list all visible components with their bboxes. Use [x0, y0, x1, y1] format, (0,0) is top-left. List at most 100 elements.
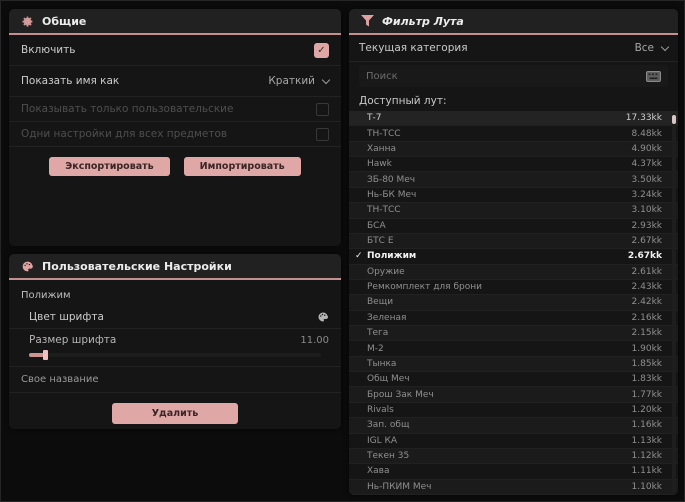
loot-row[interactable]: ✓ БСА 2.93kk — [349, 219, 678, 234]
loot-item-name: Нь-ПКИМ Меч — [367, 481, 432, 492]
loot-item-name: Тынка — [367, 358, 397, 369]
loot-list: ✓ Т-7 17.33kk ✓ ТН-ТСС 8.48kk ✓ Ханна 4.… — [349, 111, 678, 495]
same-settings-checkbox — [316, 127, 329, 141]
loot-item-value: 17.33kk — [625, 113, 662, 124]
loot-row[interactable]: ✓ Зеленая 2.16kk — [349, 311, 678, 327]
available-loot-label: Доступный лут: — [359, 95, 447, 107]
loot-item-value: 1.83kk — [631, 374, 662, 385]
import-button[interactable]: Импортировать — [183, 157, 301, 176]
show-name-label: Показать имя как — [21, 75, 120, 87]
same-settings-row: Одни настройки для всех предметов — [9, 122, 341, 147]
font-size-label: Размер шрифта — [29, 334, 117, 346]
loot-item-name: Зеленая — [367, 312, 407, 323]
loot-item-name: Hawk — [367, 159, 392, 170]
loot-row[interactable]: ✓ Rivals 1.20kk — [349, 403, 678, 419]
loot-row[interactable]: ✓ IGL КА 1.13kk — [349, 434, 678, 449]
loot-row[interactable]: ✓ ТН-ТСС 3.10kk — [349, 203, 678, 219]
loot-row[interactable]: ✓ Нь-БК Меч 3.24kk — [349, 188, 678, 204]
loot-row[interactable]: ✓ Тынка 1.85kk — [349, 356, 678, 373]
loot-row[interactable]: ✓ Вещи 2.42kk — [349, 295, 678, 311]
color-picker-icon[interactable] — [317, 311, 329, 323]
loot-item-value: 8.48kk — [631, 128, 662, 139]
loot-item-name: Текен 35 — [367, 451, 410, 462]
loot-row[interactable]: ✓ Зап. общ 1.16kk — [349, 418, 678, 434]
show-name-dropdown[interactable]: Краткий — [268, 75, 331, 87]
category-value: Все — [634, 42, 654, 54]
custom-name-input[interactable] — [9, 367, 341, 393]
loot-item-value: 1.11kk — [631, 466, 662, 477]
font-size-slider[interactable] — [29, 350, 321, 360]
loot-item-value: 1.13kk — [631, 435, 662, 446]
category-dropdown[interactable]: Все — [634, 42, 670, 54]
selected-item-name: Полижим — [21, 290, 71, 301]
scrollbar-handle[interactable] — [672, 115, 676, 124]
loot-item-name: М-2 — [367, 343, 384, 354]
loot-row[interactable]: ✓ Hawk 4.37kk — [349, 157, 678, 173]
custom-panel-header: Пользовательские Настройки — [9, 254, 341, 280]
loot-item-value: 1.20kk — [631, 405, 662, 415]
enable-label: Включить — [21, 44, 76, 56]
loot-item-name: IGL КА — [367, 435, 398, 446]
enable-checkbox[interactable]: ✓ — [314, 42, 329, 58]
loot-item-value: 4.37kk — [631, 159, 662, 170]
loot-item-name: ТН-ТСС — [367, 128, 401, 139]
loot-item-value: 1.77kk — [631, 389, 662, 400]
loot-row[interactable]: ✓ ТН-ТСС 8.48kk — [349, 126, 678, 142]
loot-row[interactable]: ✓ Ремкомплект для брони 2.43kk — [349, 280, 678, 296]
delete-row: Удалить — [9, 393, 341, 424]
only-custom-checkbox — [316, 102, 329, 116]
loot-row[interactable]: ✓ Текен 35 1.12kk — [349, 448, 678, 465]
loot-item-value: 4.90kk — [631, 143, 662, 154]
loot-row[interactable]: ✓ Хава 1.11kk — [349, 464, 678, 480]
keyboard-icon[interactable] — [646, 70, 661, 82]
loot-item-value: 2.43kk — [631, 282, 662, 293]
loot-row[interactable]: ✓ Оружие 2.61kk — [349, 264, 678, 280]
delete-button[interactable]: Удалить — [111, 403, 239, 424]
category-row: Текущая категория Все — [349, 35, 678, 62]
loot-row[interactable]: ✓ БТС Е 2.67kk — [349, 233, 678, 250]
search-input[interactable] — [366, 70, 640, 82]
enable-setting-row: Включить ✓ — [9, 35, 341, 66]
loot-item-value: 2.67kk — [627, 251, 662, 262]
loot-item-name: Зап. общ — [367, 420, 410, 431]
loot-item-name: Нь-БК Меч — [367, 189, 417, 200]
search-box — [359, 65, 668, 87]
loot-item-name: БСА — [367, 220, 386, 231]
loot-item-value: 2.42kk — [631, 297, 662, 308]
only-custom-label: Показывать только пользовательские — [21, 103, 234, 115]
loot-item-name: ТН-ТСС — [367, 205, 401, 216]
loot-row[interactable]: ✓ Нь-ПКИМ Меч 1.10kk — [349, 479, 678, 495]
loot-item-value: 1.12kk — [631, 451, 662, 462]
font-color-row: Цвет шрифта — [9, 305, 341, 329]
loot-list-scrollbar[interactable] — [672, 113, 676, 492]
slider-handle[interactable] — [43, 350, 48, 360]
loot-row[interactable]: ✓ Ханна 4.90kk — [349, 141, 678, 158]
loot-item-value: 2.16kk — [631, 312, 662, 323]
loot-row[interactable]: ✓ Общ Меч 1.83kk — [349, 372, 678, 388]
loot-item-name: Вещи — [367, 297, 394, 308]
general-panel-title: Общие — [42, 14, 87, 28]
export-button[interactable]: Экспортировать — [49, 157, 170, 176]
loot-item-value: 2.61kk — [631, 266, 662, 277]
loot-row[interactable]: ✓ Т-7 17.33kk — [349, 111, 678, 127]
loot-item-name: ЗБ-80 Меч — [367, 174, 416, 185]
loot-row[interactable]: ✓ М-2 1.90kk — [349, 341, 678, 357]
loot-row[interactable]: ✓ Полижим 2.67kk — [349, 249, 678, 265]
loot-item-value: 3.10kk — [631, 205, 662, 216]
loot-item-name: Ремкомплект для брони — [367, 282, 482, 293]
custom-settings-panel: Пользовательские Настройки Полижим Цвет … — [9, 254, 341, 429]
loot-item-name: Брош Зак Меч — [367, 389, 434, 400]
show-name-value: Краткий — [268, 75, 315, 87]
font-size-row: Размер шрифта 11.00 — [9, 329, 341, 367]
only-custom-setting-row: Показывать только пользовательские — [9, 97, 341, 122]
loot-item-name: Оружие — [367, 266, 405, 277]
loot-row[interactable]: ✓ ЗБ-80 Меч 3.50kk — [349, 172, 678, 188]
check-icon: ✓ — [355, 251, 363, 262]
loot-item-name: Тега — [367, 328, 389, 339]
loot-row[interactable]: ✓ Тега 2.15kk — [349, 326, 678, 342]
loot-item-value: 1.90kk — [631, 343, 662, 354]
loot-row[interactable]: ✓ Брош Зак Меч 1.77kk — [349, 387, 678, 403]
loot-item-value: 1.85kk — [631, 358, 662, 369]
loot-item-name: Rivals — [367, 405, 394, 415]
loot-filter-panel: Фильтр Лута Текущая категория Все Доступ… — [349, 9, 678, 495]
